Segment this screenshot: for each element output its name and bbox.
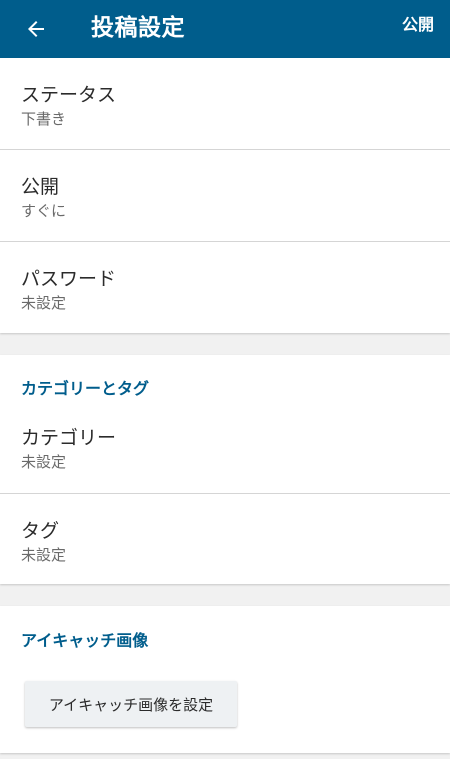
back-button[interactable] bbox=[16, 9, 56, 49]
category-label: カテゴリー bbox=[21, 427, 117, 449]
page-title: 投稿設定 bbox=[91, 15, 185, 41]
featured-image-card: アイキャッチ画像 アイキャッチ画像を設定 bbox=[0, 606, 450, 753]
publish-button[interactable]: 公開 bbox=[402, 0, 434, 58]
section-header-featured-image: アイキャッチ画像 bbox=[21, 631, 149, 650]
section-header-categories-tags: カテゴリーとタグ bbox=[21, 379, 150, 398]
tag-value: 未設定 bbox=[21, 546, 67, 564]
status-label: ステータス bbox=[21, 84, 117, 106]
visibility-label: 公開 bbox=[21, 176, 60, 198]
set-featured-image-button[interactable]: アイキャッチ画像を設定 bbox=[25, 681, 237, 727]
app-bar: 投稿設定 公開 bbox=[0, 0, 450, 58]
status-row[interactable]: ステータス 下書き bbox=[0, 58, 450, 149]
visibility-row[interactable]: 公開 すぐに bbox=[0, 150, 450, 241]
categories-tags-card: カテゴリーとタグ カテゴリー 未設定 タグ 未設定 bbox=[0, 355, 450, 584]
password-label: パスワード bbox=[21, 268, 117, 290]
tag-row[interactable]: タグ 未設定 bbox=[0, 494, 450, 585]
visibility-value: すぐに bbox=[21, 202, 67, 220]
category-value: 未設定 bbox=[21, 453, 67, 471]
status-value: 下書き bbox=[21, 110, 67, 128]
tag-label: タグ bbox=[21, 520, 60, 542]
arrow-left-icon bbox=[28, 21, 44, 37]
password-value: 未設定 bbox=[21, 294, 67, 312]
general-settings-card: ステータス 下書き 公開 すぐに パスワード 未設定 bbox=[0, 58, 450, 333]
password-row[interactable]: パスワード 未設定 bbox=[0, 242, 450, 333]
category-row[interactable]: カテゴリー 未設定 bbox=[0, 401, 450, 492]
